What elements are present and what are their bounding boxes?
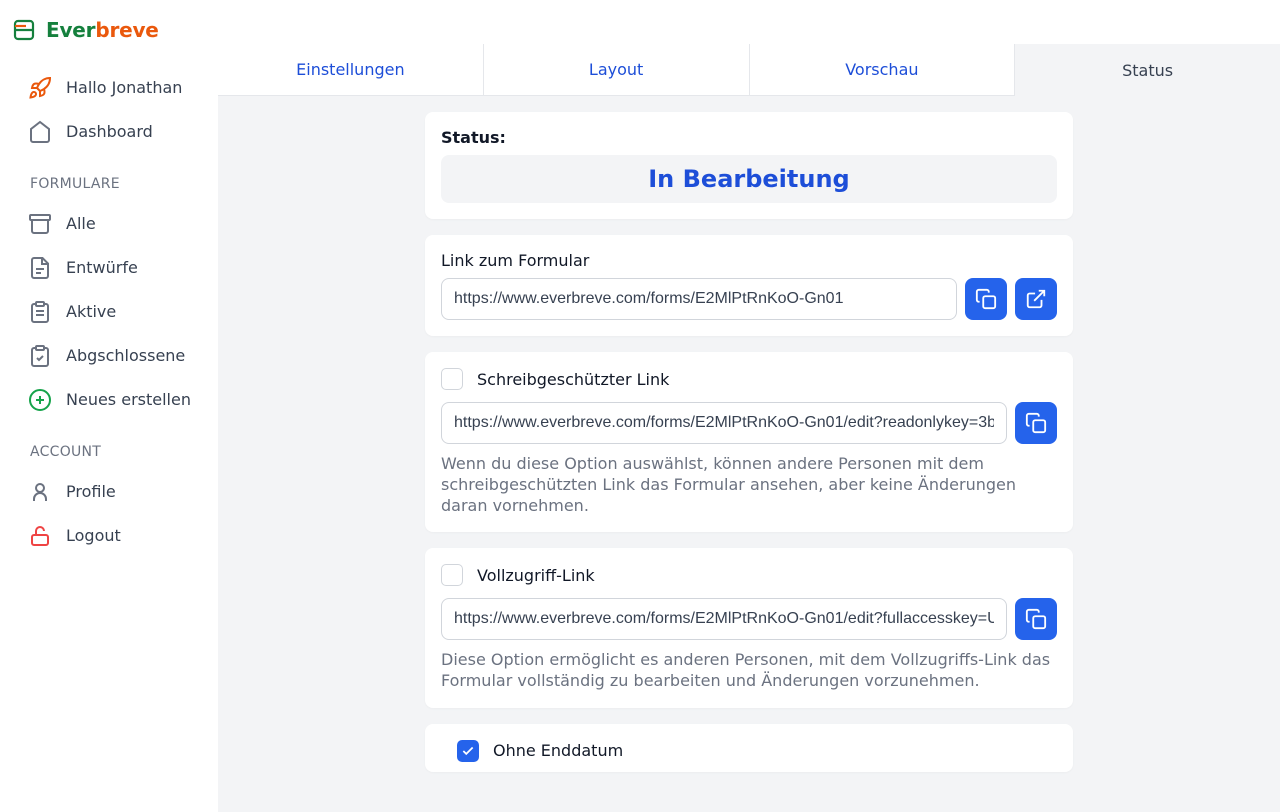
readonly-checkbox[interactable]: [441, 368, 463, 390]
fullaccess-checkbox[interactable]: [441, 564, 463, 586]
active-label: Aktive: [66, 300, 116, 324]
archive-icon: [28, 212, 52, 236]
home-icon: [28, 120, 52, 144]
copy-icon: [1025, 412, 1047, 434]
readonly-help: Wenn du diese Option auswählst, können a…: [441, 454, 1057, 516]
lock-open-icon: [28, 524, 52, 548]
tab-settings[interactable]: Einstellungen: [218, 44, 484, 96]
clipboard-check-icon: [28, 344, 52, 368]
tab-status[interactable]: Status: [1015, 44, 1280, 96]
copy-readonly-link-button[interactable]: [1015, 402, 1057, 444]
brand-logo-icon: [12, 18, 36, 42]
check-icon: [461, 744, 475, 758]
sidebar-all[interactable]: Alle: [18, 202, 206, 246]
section-account: ACCOUNT: [0, 422, 218, 466]
logo[interactable]: Everbreve: [0, 10, 218, 52]
noend-label: Ohne Enddatum: [493, 741, 623, 760]
noend-card: Ohne Enddatum: [425, 724, 1073, 772]
file-icon: [28, 256, 52, 280]
open-form-link-button[interactable]: [1015, 278, 1057, 320]
copy-icon: [975, 288, 997, 310]
all-label: Alle: [66, 212, 96, 236]
dashboard-label: Dashboard: [66, 120, 153, 144]
status-label: Status:: [441, 128, 1057, 147]
fullaccess-link-input[interactable]: [441, 598, 1007, 640]
profile-label: Profile: [66, 480, 116, 504]
create-label: Neues erstellen: [66, 388, 191, 412]
sidebar-profile[interactable]: Profile: [18, 470, 206, 514]
form-link-label: Link zum Formular: [441, 251, 1057, 270]
status-banner: In Bearbeitung: [441, 155, 1057, 203]
sidebar-completed[interactable]: Abgschlossene: [18, 334, 206, 378]
copy-icon: [1025, 608, 1047, 630]
noend-checkbox[interactable]: [457, 740, 479, 762]
status-value: In Bearbeitung: [451, 165, 1047, 193]
tab-layout[interactable]: Layout: [484, 44, 750, 96]
brand-name: Everbreve: [46, 18, 159, 42]
form-link-input[interactable]: [441, 278, 957, 320]
sidebar-dashboard[interactable]: Dashboard: [18, 110, 206, 154]
external-link-icon: [1025, 288, 1047, 310]
sidebar-greeting[interactable]: Hallo Jonathan: [18, 66, 206, 110]
sidebar-logout[interactable]: Logout: [18, 514, 206, 558]
readonly-link-card: Schreibgeschützter Link Wenn du diese Op…: [425, 352, 1073, 532]
sidebar-drafts[interactable]: Entwürfe: [18, 246, 206, 290]
fullaccess-link-card: Vollzugriff-Link Diese Option ermöglicht…: [425, 548, 1073, 708]
readonly-link-input[interactable]: [441, 402, 1007, 444]
fullaccess-help: Diese Option ermöglicht es anderen Perso…: [441, 650, 1057, 692]
logout-label: Logout: [66, 524, 121, 548]
sidebar-active[interactable]: Aktive: [18, 290, 206, 334]
fullaccess-label: Vollzugriff-Link: [477, 566, 595, 585]
status-card: Status: In Bearbeitung: [425, 112, 1073, 219]
clipboard-icon: [28, 300, 52, 324]
sidebar-create[interactable]: Neues erstellen: [18, 378, 206, 422]
copy-fullaccess-link-button[interactable]: [1015, 598, 1057, 640]
main: Einstellungen Layout Vorschau Status Sta…: [218, 0, 1280, 812]
user-icon: [28, 480, 52, 504]
tab-preview[interactable]: Vorschau: [750, 44, 1016, 96]
section-formulare: FORMULARE: [0, 154, 218, 198]
plus-circle-icon: [28, 388, 52, 412]
readonly-label: Schreibgeschützter Link: [477, 370, 669, 389]
greeting-label: Hallo Jonathan: [66, 76, 182, 100]
completed-label: Abgschlossene: [66, 344, 185, 368]
drafts-label: Entwürfe: [66, 256, 138, 280]
rocket-icon: [28, 76, 52, 100]
copy-form-link-button[interactable]: [965, 278, 1007, 320]
sidebar: Everbreve Hallo Jonathan Dashboard FO: [0, 0, 218, 812]
form-link-card: Link zum Formular: [425, 235, 1073, 336]
tabs: Einstellungen Layout Vorschau Status: [218, 44, 1280, 96]
